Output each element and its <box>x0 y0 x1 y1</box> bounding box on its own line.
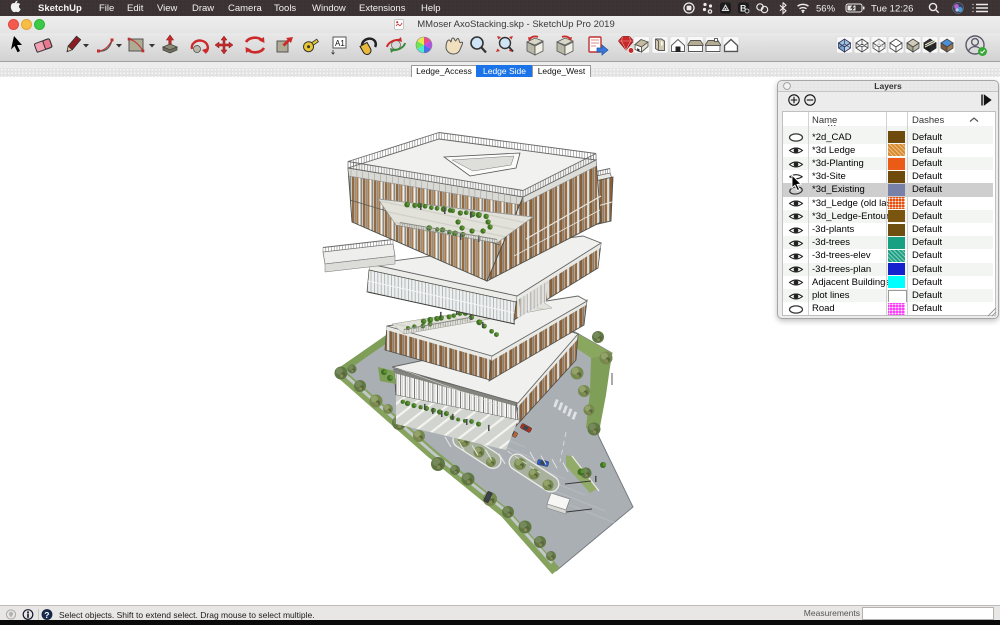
svg-text:Tue 12:26: Tue 12:26 <box>871 4 913 15</box>
svg-text:56%: 56% <box>816 4 836 15</box>
svg-text:?: ? <box>44 610 49 620</box>
svg-text:A1: A1 <box>335 39 345 48</box>
